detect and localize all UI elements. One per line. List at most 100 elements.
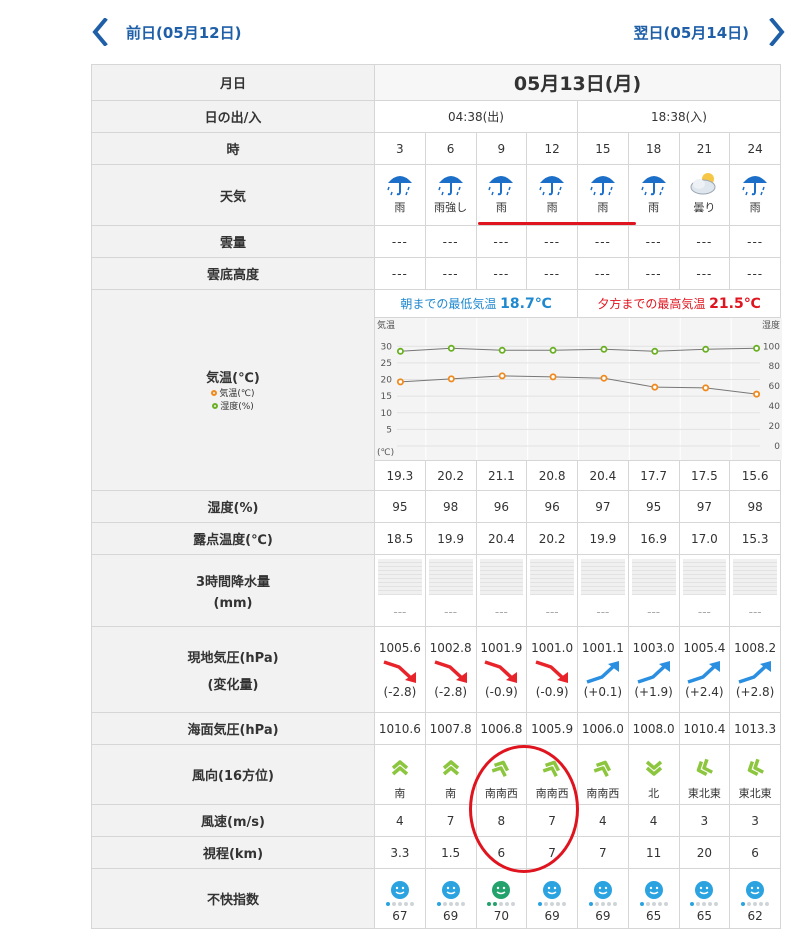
humidity-value: 98 — [424, 490, 477, 523]
sea-pressure-value: 1013.3 — [729, 712, 781, 745]
umbrella-rain-icon — [488, 176, 514, 196]
precip-value: --- — [697, 605, 711, 619]
temp-value: 15.6 — [729, 460, 781, 491]
pressure-row: 現地気圧(hPa) (変化量) 1005.6 (-2.8) 1002.8 (-2.8)… — [91, 626, 781, 713]
dewpoint-value: 20.4 — [475, 522, 528, 555]
dewpoint-value: 17.0 — [678, 522, 731, 555]
discomfort-scale — [538, 902, 567, 906]
precip-cell: --- — [678, 554, 731, 627]
precip-value: --- — [444, 605, 458, 619]
date-navigation: 前日(05月12日) 翌日(05月14日) — [0, 12, 795, 52]
face-icon — [695, 881, 714, 899]
row-header-wind-dir: 風向(16方位) — [91, 744, 375, 805]
right-tick-label: 0 — [774, 442, 780, 452]
empty-value: --- — [424, 257, 477, 290]
highlight-circle — [469, 745, 579, 873]
humidity-dot-icon — [212, 403, 219, 409]
temp-value: 17.7 — [627, 460, 680, 491]
weather-cell: 雨 — [577, 164, 629, 226]
temp-value: 17.5 — [678, 460, 731, 491]
discomfort-value: 62 — [747, 909, 763, 923]
hour-row: 時 3 6 9 12 15 18 21 24 — [91, 132, 781, 165]
temp-point — [396, 378, 404, 386]
wind-dir-label: 南南西 — [586, 786, 620, 800]
discomfort-row: 不快指数 67 69 70 69 69 65 65 62 — [91, 868, 781, 929]
wind-arrow-icon — [697, 758, 714, 776]
wind-dir-label: 南 — [394, 786, 406, 800]
max-temp-label: 夕方までの最高気温 — [597, 297, 706, 311]
chevron-right-icon[interactable] — [769, 18, 785, 46]
precip-value: --- — [545, 605, 559, 619]
discomfort-value: 69 — [595, 909, 611, 923]
discomfort-value: 70 — [493, 909, 510, 923]
visibility-value: 6 — [729, 836, 781, 869]
weather-cell: 雨 — [475, 164, 528, 226]
precip-row: 3時間降水量 (mm) --- --- --- --- --- --- --- --- — [91, 554, 781, 627]
prev-day-label[interactable]: 前日(05月12日) — [126, 22, 241, 43]
discomfort-value: 65 — [696, 909, 713, 923]
sea-pressure-value: 1006.0 — [577, 712, 629, 745]
weather-cell: 雨 — [627, 164, 680, 226]
visibility-value: 11 — [627, 836, 680, 869]
arrow-down-icon — [535, 659, 569, 683]
arrow-up-icon — [586, 660, 619, 684]
humidity-point — [651, 347, 659, 355]
pressure-cell: 1001.9 (-0.9) — [475, 626, 528, 713]
wind-cell: 南南西 — [577, 744, 629, 805]
row-header-sea-pressure: 海面気圧(hPa) — [91, 712, 375, 745]
wind-arrow-icon — [593, 760, 611, 777]
weather-cell: 雨 — [374, 164, 426, 226]
wind-arrow-icon — [747, 758, 765, 776]
min-temp-label: 朝までの最低気温 — [400, 297, 497, 311]
pressure-cell: 1002.8 (-2.8) — [424, 626, 477, 713]
humidity-value: 97 — [678, 490, 731, 523]
prev-day-link[interactable]: 前日(05月12日) — [92, 12, 241, 52]
precip-bar — [581, 559, 625, 595]
discomfort-cell: 62 — [729, 868, 781, 929]
next-day-link[interactable]: 翌日(05月14日) — [634, 12, 785, 52]
chevron-left-icon[interactable] — [92, 18, 108, 46]
sea-pressure-value: 1010.4 — [678, 712, 731, 745]
precip-cell: --- — [475, 554, 528, 627]
face-icon — [543, 881, 562, 899]
temp-chart-cell: 気温 湿度 (℃) 30 25 20 15 10 5 100 80 60 40 20 0 — [374, 317, 782, 461]
discomfort-scale — [741, 902, 770, 906]
temp-point — [702, 384, 710, 392]
pressure-value: 1005.6 — [378, 640, 421, 655]
umbrella-rain-icon — [590, 176, 615, 196]
humidity-value: 96 — [475, 490, 528, 523]
pressure-change: (-0.9) — [484, 684, 518, 699]
hour-cell: 24 — [729, 132, 781, 165]
face-icon — [492, 881, 511, 899]
pressure-change: (-0.9) — [535, 684, 569, 699]
precip-value: --- — [393, 605, 407, 619]
arrow-down-icon — [434, 659, 467, 683]
empty-value: --- — [627, 225, 680, 258]
discomfort-cell: 69 — [577, 868, 629, 929]
empty-value: --- — [678, 225, 731, 258]
empty-value: --- — [526, 257, 578, 290]
humidity-row: 湿度(%) 95 98 96 96 97 95 97 98 — [91, 490, 781, 523]
pressure-cell: 1008.2 (+2.8) — [729, 626, 781, 713]
discomfort-scale — [385, 902, 414, 906]
discomfort-value: 69 — [544, 909, 560, 923]
next-day-label[interactable]: 翌日(05月14日) — [634, 22, 749, 43]
hour-cell: 3 — [374, 132, 426, 165]
hour-cell: 21 — [678, 132, 731, 165]
face-icon — [390, 881, 409, 899]
weather-label: 雨 — [597, 201, 609, 214]
pressure-value: 1001.1 — [581, 640, 624, 655]
humidity-point — [498, 346, 506, 354]
left-tick-label: 25 — [381, 359, 392, 369]
cloud-icon — [690, 173, 716, 195]
visibility-value: 20 — [678, 836, 731, 869]
precip-value: --- — [647, 605, 661, 619]
face-icon — [746, 881, 765, 899]
discomfort-scale — [487, 902, 516, 906]
umbrella-rain-icon — [387, 176, 412, 196]
row-header-hour: 時 — [91, 132, 375, 165]
left-axis-unit: (℃) — [377, 448, 394, 458]
date-row: 月日 05月13日(月) — [91, 64, 781, 101]
arrow-up-icon — [687, 660, 721, 684]
precip-bar — [631, 559, 676, 595]
